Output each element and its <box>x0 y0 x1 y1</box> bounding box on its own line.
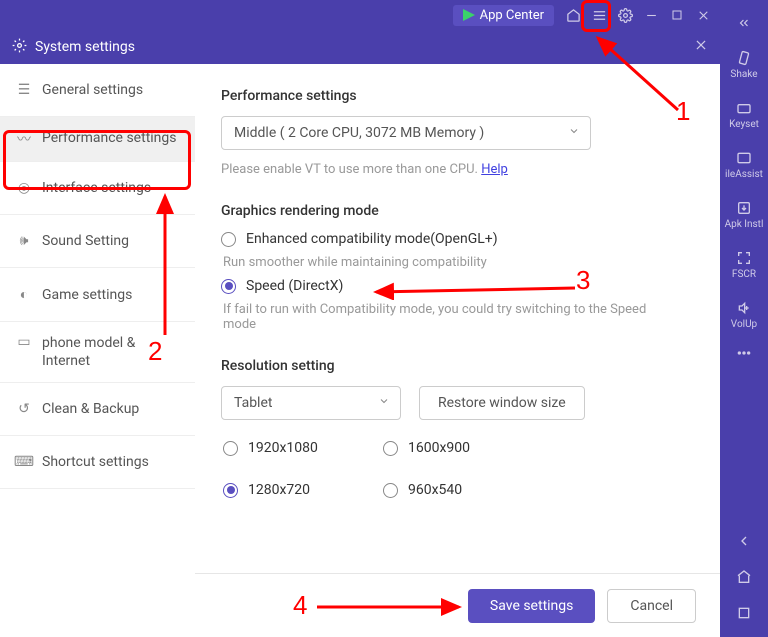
app-center-button[interactable]: App Center <box>453 5 554 26</box>
radio-label: Enhanced compatibility mode(OpenGL+) <box>246 231 498 247</box>
graphics-section: Graphics rendering mode Enhanced compati… <box>221 203 694 332</box>
play-icon <box>463 9 475 21</box>
maximize-icon[interactable] <box>664 2 690 28</box>
sidebar-item-general[interactable]: ☰ General settings <box>0 64 195 117</box>
toolbar-more[interactable] <box>736 350 752 356</box>
radio-directx[interactable]: Speed (DirectX) <box>221 278 694 294</box>
toolbar-home[interactable] <box>736 569 752 585</box>
collapse-toolbar-button[interactable] <box>737 16 751 30</box>
radio-opengl[interactable]: Enhanced compatibility mode(OpenGL+) <box>221 231 694 247</box>
sidebar-item-label: Clean & Backup <box>42 401 139 417</box>
radio-1920x1080[interactable]: 1920x1080 <box>223 440 363 456</box>
radio-1280x720[interactable]: 1280x720 <box>223 482 363 498</box>
radio-1600x900[interactable]: 1600x900 <box>383 440 523 456</box>
game-icon: ◐ <box>14 286 34 303</box>
sidebar-item-label: General settings <box>42 82 143 98</box>
performance-level-select[interactable]: Middle ( 2 Core CPU, 3072 MB Memory ) <box>221 116 591 150</box>
radio-label: Speed (DirectX) <box>246 278 343 294</box>
chevron-down-icon <box>378 395 390 411</box>
minimize-icon[interactable] <box>638 2 664 28</box>
sidebar-item-interface[interactable]: ◎ Interface settings <box>0 162 195 215</box>
sidebar-item-shortcut[interactable]: ⌨ Shortcut settings <box>0 436 195 489</box>
settings-titlebar: System settings <box>0 30 720 64</box>
radio-icon <box>223 483 238 498</box>
sidebar-item-label: Performance settings <box>42 129 177 147</box>
toolbar-recents[interactable] <box>736 605 752 621</box>
gear-icon[interactable] <box>612 2 638 28</box>
radio-label: 1280x720 <box>248 482 310 498</box>
resolution-title: Resolution setting <box>221 358 694 374</box>
sidebar-item-clean[interactable]: ↺ Clean & Backup <box>0 383 195 436</box>
settings-title: System settings <box>35 39 135 55</box>
radio-icon <box>383 441 398 456</box>
settings-main: ☰ General settings 〰 Performance setting… <box>0 64 720 637</box>
save-button[interactable]: Save settings <box>468 589 595 623</box>
sound-icon: 🕪 <box>14 233 34 249</box>
sidebar-item-label: Interface settings <box>42 180 151 196</box>
toolbar-shake[interactable]: Shake <box>730 50 757 80</box>
chevron-down-icon <box>568 125 580 141</box>
vt-hint: Please enable VT to use more than one CP… <box>221 162 694 177</box>
radio-icon <box>221 232 236 247</box>
backup-icon: ↺ <box>14 401 34 417</box>
help-link[interactable]: Help <box>481 162 508 177</box>
graphics-title: Graphics rendering mode <box>221 203 694 219</box>
radio-960x540[interactable]: 960x540 <box>383 482 523 498</box>
sidebar-item-phone-model[interactable]: ▭ phone model & Internet <box>0 322 195 383</box>
window-menubar: App Center <box>0 0 720 30</box>
settings-content: Performance settings Middle ( 2 Core CPU… <box>195 64 720 637</box>
toolbar-fullscreen[interactable]: FSCR <box>732 250 756 280</box>
radio-icon <box>383 483 398 498</box>
sidebar-item-label: Shortcut settings <box>42 454 149 470</box>
sidebar-item-label: phone model & Internet <box>42 334 181 370</box>
performance-section: Performance settings Middle ( 2 Core CPU… <box>221 88 694 177</box>
toolbar-volup[interactable]: VolUp <box>731 300 757 330</box>
settings-footer: Save settings Cancel <box>195 573 720 637</box>
home-icon[interactable] <box>560 2 586 28</box>
directx-hint: If fail to run with Compatibility mode, … <box>223 302 653 332</box>
sidebar-item-sound[interactable]: 🕪 Sound Setting <box>0 215 195 268</box>
cancel-button[interactable]: Cancel <box>607 589 696 623</box>
hamburger-icon[interactable] <box>586 2 612 28</box>
close-icon[interactable] <box>694 38 708 56</box>
keyboard-icon: ⌨ <box>14 454 34 470</box>
restore-window-button[interactable]: Restore window size <box>419 386 585 420</box>
toolbar-back[interactable] <box>736 533 752 549</box>
target-icon: ◎ <box>14 180 34 196</box>
settings-sidebar: ☰ General settings 〰 Performance setting… <box>0 64 195 637</box>
gear-icon <box>12 38 27 57</box>
close-window-icon[interactable] <box>690 2 716 28</box>
performance-level-value: Middle ( 2 Core CPU, 3072 MB Memory ) <box>234 125 484 141</box>
phone-icon: ▭ <box>14 334 34 350</box>
app-center-label: App Center <box>480 8 544 23</box>
sidebar-item-game[interactable]: ◐ Game settings <box>0 268 195 322</box>
sidebar-item-performance[interactable]: 〰 Performance settings <box>0 117 195 162</box>
sliders-icon: ☰ <box>14 82 34 98</box>
sidebar-item-label: Sound Setting <box>42 233 129 249</box>
resolution-mode-select[interactable]: Tablet <box>221 386 401 420</box>
radio-icon <box>221 279 236 294</box>
pulse-icon: 〰 <box>14 129 34 149</box>
performance-title: Performance settings <box>221 88 694 104</box>
radio-label: 1600x900 <box>408 440 470 456</box>
emulator-side-toolbar: Shake Keyset ileAssist Apk Instl FSCR Vo… <box>720 0 768 637</box>
sidebar-item-label: Game settings <box>42 287 132 303</box>
toolbar-apk-install[interactable]: Apk Instl <box>725 200 764 230</box>
opengl-hint: Run smoother while maintaining compatibi… <box>223 255 694 270</box>
toolbar-fileassist[interactable]: ileAssist <box>725 150 763 180</box>
resolution-section: Resolution setting Tablet Restore window… <box>221 358 694 506</box>
resolution-mode-value: Tablet <box>234 395 272 411</box>
radio-icon <box>223 441 238 456</box>
radio-label: 960x540 <box>408 482 462 498</box>
radio-label: 1920x1080 <box>248 440 318 456</box>
toolbar-keyset[interactable]: Keyset <box>729 100 759 130</box>
